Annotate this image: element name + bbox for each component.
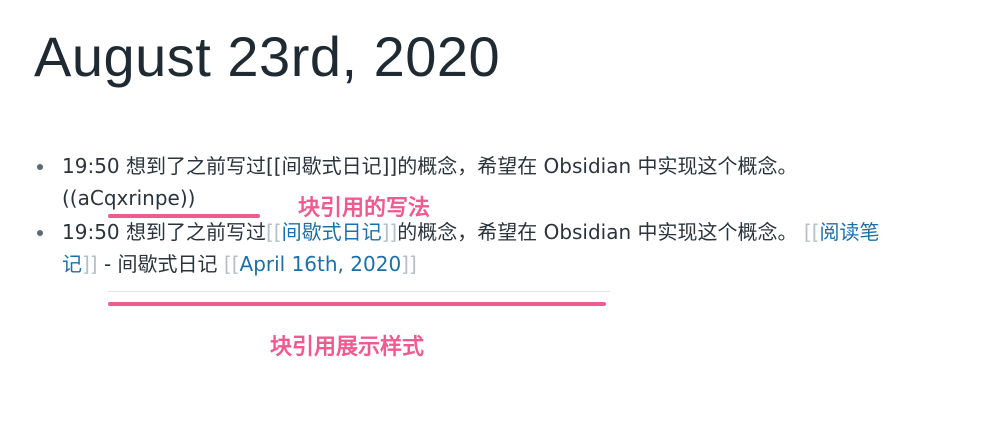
link-bracket-open: [[ [803,220,820,244]
embed-outline [108,265,610,292]
block-text-middle: 的概念，希望在 Obsidian 中实现这个概念。 [397,220,798,244]
page-link[interactable]: 间歇式日记 [282,220,382,244]
bullet-icon[interactable] [37,164,43,170]
annotation-label: 块引用的写法 [298,196,431,221]
block-text: 19:50 想到了之前写过 [62,220,266,244]
annotation-underline [108,214,260,218]
daily-note-page: August 23rd, 2020 19:50 想到了之前写过[[间歇式日记]]… [0,0,1004,424]
list-item[interactable]: 19:50 想到了之前写过[[间歇式日记]]的概念，希望在 Obsidian 中… [34,150,894,214]
block-text: 19:50 想到了之前写过[[间歇式日记]]的概念，希望在 Obsidian 中… [62,154,798,178]
annotation-label: 块引用展示样式 [270,335,425,360]
block-ref-raw[interactable]: ((aCqxrinpe)) [62,186,195,210]
link-bracket-open: [[ [266,220,282,244]
bullet-icon[interactable] [37,230,43,236]
link-bracket-close: ]] [82,252,98,276]
link-bracket-close: ]] [381,220,398,244]
annotation-underline [108,302,606,306]
page-title: August 23rd, 2020 [34,25,501,88]
